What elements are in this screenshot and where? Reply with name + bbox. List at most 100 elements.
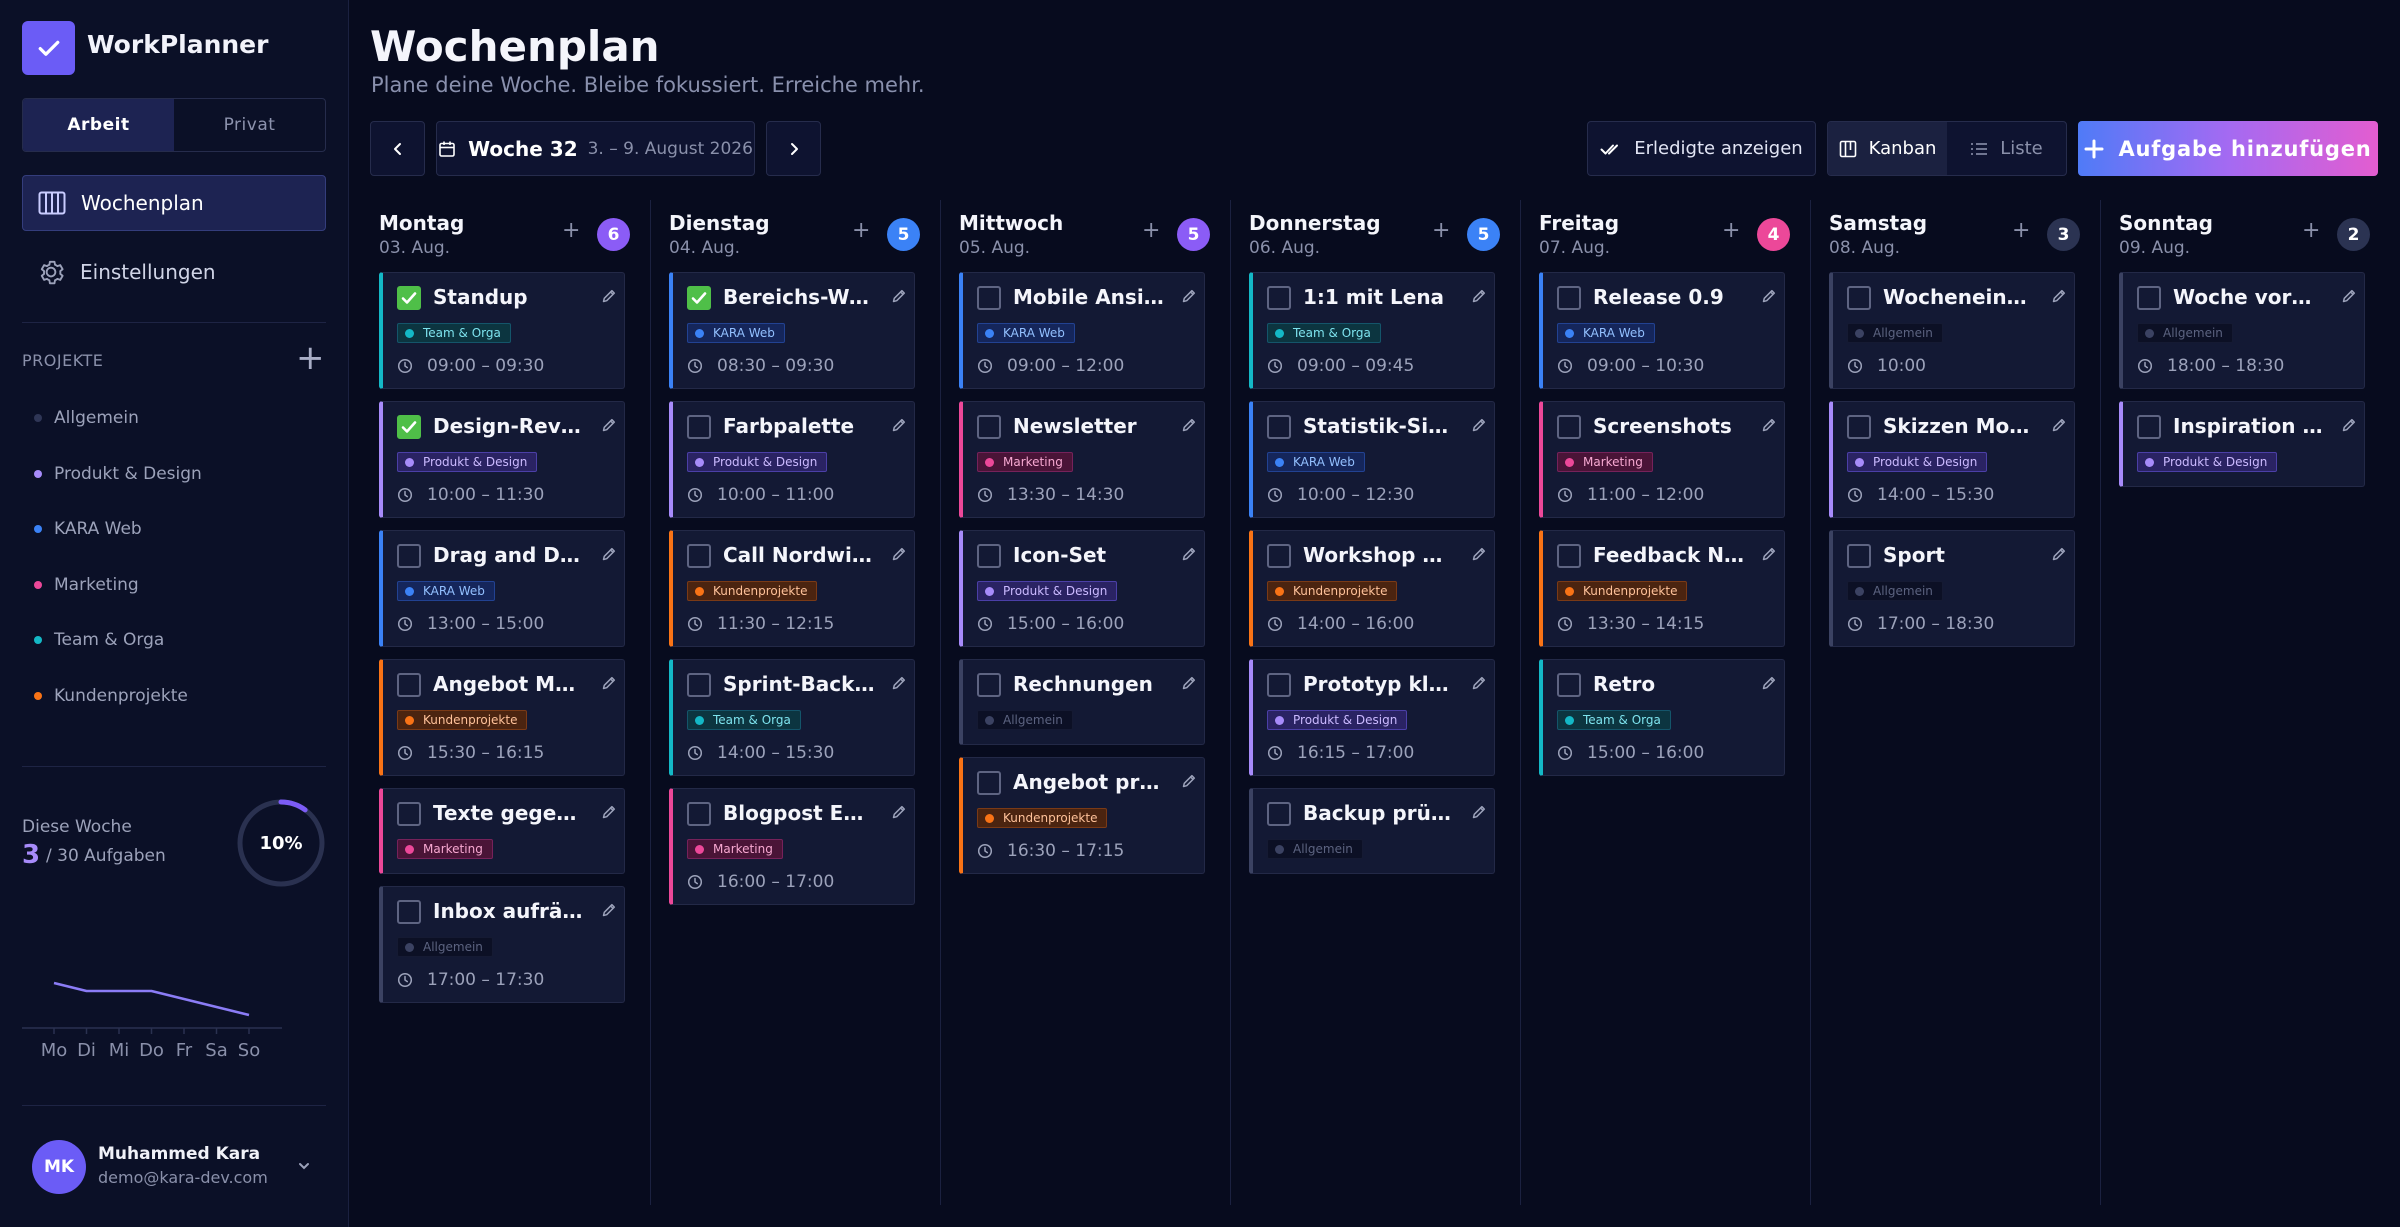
task-checkbox[interactable] xyxy=(397,802,421,826)
task-card[interactable]: Backup prüfen Allgemein xyxy=(1249,788,1495,874)
task-checkbox[interactable] xyxy=(1557,544,1581,568)
edit-pencil-icon[interactable] xyxy=(2341,417,2357,437)
task-card[interactable]: Rechnungen Allgemein xyxy=(959,659,1205,745)
add-project-button[interactable]: + xyxy=(296,341,325,375)
mode-tab-work[interactable]: Arbeit xyxy=(23,99,174,151)
task-checkbox[interactable] xyxy=(397,415,421,439)
edit-pencil-icon[interactable] xyxy=(1471,546,1487,566)
task-checkbox[interactable] xyxy=(1557,673,1581,697)
task-card[interactable]: Wocheneinkauf Allgemein 10:00 xyxy=(1829,272,2075,389)
task-checkbox[interactable] xyxy=(1267,673,1291,697)
show-done-button[interactable]: Erledigte anzeigen xyxy=(1587,121,1816,176)
add-to-day-button[interactable]: + xyxy=(1722,220,1740,242)
task-checkbox[interactable] xyxy=(1267,544,1291,568)
task-checkbox[interactable] xyxy=(687,544,711,568)
task-checkbox[interactable] xyxy=(1267,415,1291,439)
task-card[interactable]: Woche vorbereiten Allgemein 18:00 – 18:30 xyxy=(2119,272,2365,389)
task-checkbox[interactable] xyxy=(1267,802,1291,826)
task-checkbox[interactable] xyxy=(977,771,1001,795)
edit-pencil-icon[interactable] xyxy=(1181,417,1197,437)
task-checkbox[interactable] xyxy=(977,415,1001,439)
project-item[interactable]: Produkt & Design xyxy=(34,464,202,484)
view-list-button[interactable]: Liste xyxy=(1947,122,2066,175)
add-task-button[interactable]: Aufgabe hinzufügen xyxy=(2078,121,2378,176)
project-item[interactable]: Team & Orga xyxy=(34,630,164,650)
edit-pencil-icon[interactable] xyxy=(601,288,617,308)
task-checkbox[interactable] xyxy=(977,673,1001,697)
task-checkbox[interactable] xyxy=(687,673,711,697)
task-card[interactable]: Standup Team & Orga 09:00 – 09:30 xyxy=(379,272,625,389)
task-card[interactable]: Bereichs-Wechsel KARA Web 08:30 – 09:30 xyxy=(669,272,915,389)
task-card[interactable]: Newsletter Marketing 13:30 – 14:30 xyxy=(959,401,1205,518)
add-to-day-button[interactable]: + xyxy=(2012,220,2030,242)
edit-pencil-icon[interactable] xyxy=(2051,546,2067,566)
edit-pencil-icon[interactable] xyxy=(601,902,617,922)
edit-pencil-icon[interactable] xyxy=(1471,288,1487,308)
task-card[interactable]: Statistik-Sidebar KARA Web 10:00 – 12:30 xyxy=(1249,401,1495,518)
task-checkbox[interactable] xyxy=(977,544,1001,568)
task-card[interactable]: Icon-Set Produkt & Design 15:00 – 16:00 xyxy=(959,530,1205,647)
task-checkbox[interactable] xyxy=(397,544,421,568)
add-to-day-button[interactable]: + xyxy=(2302,220,2320,242)
task-card[interactable]: Design-Review Produkt & Design 10:00 – 11:… xyxy=(379,401,625,518)
task-checkbox[interactable] xyxy=(977,286,1001,310)
task-checkbox[interactable] xyxy=(1847,415,1871,439)
nav-item-settings[interactable]: Einstellungen xyxy=(22,244,326,300)
edit-pencil-icon[interactable] xyxy=(2341,288,2357,308)
task-card[interactable]: Blogpost Entwurf Marketing 16:00 – 17:00 xyxy=(669,788,915,905)
task-card[interactable]: Feedback Nordwind Kundenprojekte 13:30 – 1… xyxy=(1539,530,1785,647)
edit-pencil-icon[interactable] xyxy=(1471,417,1487,437)
mode-tab-private[interactable]: Privat xyxy=(174,99,325,151)
task-card[interactable]: Prototyp klicken Produkt & Design 16:15 – … xyxy=(1249,659,1495,776)
task-card[interactable]: Release 0.9 KARA Web 09:00 – 10:30 xyxy=(1539,272,1785,389)
task-card[interactable]: 1:1 mit Lena Team & Orga 09:00 – 09:45 xyxy=(1249,272,1495,389)
task-checkbox[interactable] xyxy=(2137,286,2161,310)
edit-pencil-icon[interactable] xyxy=(2051,417,2067,437)
week-picker[interactable]: Woche 32 3. – 9. August 2026 xyxy=(436,121,755,176)
task-card[interactable]: Screenshots Marketing 11:00 – 12:00 xyxy=(1539,401,1785,518)
task-checkbox[interactable] xyxy=(397,900,421,924)
project-item[interactable]: KARA Web xyxy=(34,519,142,539)
task-card[interactable]: Angebot prüfen Kundenprojekte 16:30 – 17:1… xyxy=(959,757,1205,874)
task-card[interactable]: Sprint-Backlog Team & Orga 14:00 – 15:30 xyxy=(669,659,915,776)
task-card[interactable]: Call Nordwind Kundenprojekte 11:30 – 12:15 xyxy=(669,530,915,647)
edit-pencil-icon[interactable] xyxy=(1471,675,1487,695)
edit-pencil-icon[interactable] xyxy=(1181,288,1197,308)
edit-pencil-icon[interactable] xyxy=(1471,804,1487,824)
add-to-day-button[interactable]: + xyxy=(852,220,870,242)
task-checkbox[interactable] xyxy=(397,286,421,310)
task-card[interactable]: Inbox aufräumen Allgemein 17:00 – 17:30 xyxy=(379,886,625,1003)
project-item[interactable]: Allgemein xyxy=(34,408,139,428)
task-checkbox[interactable] xyxy=(397,673,421,697)
task-card[interactable]: Inspiration sammeln Produkt & Design xyxy=(2119,401,2365,487)
prev-week-button[interactable] xyxy=(370,121,425,176)
chevron-down-icon[interactable] xyxy=(294,1156,314,1176)
nav-item-weekplan[interactable]: Wochenplan xyxy=(22,175,326,231)
edit-pencil-icon[interactable] xyxy=(891,546,907,566)
project-item[interactable]: Marketing xyxy=(34,575,139,595)
avatar[interactable]: MK xyxy=(32,1140,86,1194)
next-week-button[interactable] xyxy=(766,121,821,176)
task-card[interactable]: Sport Allgemein 17:00 – 18:30 xyxy=(1829,530,2075,647)
task-checkbox[interactable] xyxy=(2137,415,2161,439)
edit-pencil-icon[interactable] xyxy=(1761,546,1777,566)
edit-pencil-icon[interactable] xyxy=(1181,773,1197,793)
task-card[interactable]: Farbpalette Produkt & Design 10:00 – 11:00 xyxy=(669,401,915,518)
edit-pencil-icon[interactable] xyxy=(891,804,907,824)
edit-pencil-icon[interactable] xyxy=(601,675,617,695)
edit-pencil-icon[interactable] xyxy=(891,675,907,695)
task-card[interactable]: Retro Team & Orga 15:00 – 16:00 xyxy=(1539,659,1785,776)
edit-pencil-icon[interactable] xyxy=(1181,546,1197,566)
edit-pencil-icon[interactable] xyxy=(1181,675,1197,695)
task-card[interactable]: Drag and Drop KARA Web 13:00 – 15:00 xyxy=(379,530,625,647)
task-card[interactable]: Texte gegenlesen Marketing xyxy=(379,788,625,874)
task-card[interactable]: Workshop Meridian Kundenprojekte 14:00 – 1… xyxy=(1249,530,1495,647)
edit-pencil-icon[interactable] xyxy=(1761,417,1777,437)
add-to-day-button[interactable]: + xyxy=(562,220,580,242)
edit-pencil-icon[interactable] xyxy=(2051,288,2067,308)
task-checkbox[interactable] xyxy=(687,286,711,310)
add-to-day-button[interactable]: + xyxy=(1432,220,1450,242)
task-checkbox[interactable] xyxy=(687,415,711,439)
edit-pencil-icon[interactable] xyxy=(601,804,617,824)
edit-pencil-icon[interactable] xyxy=(1761,675,1777,695)
